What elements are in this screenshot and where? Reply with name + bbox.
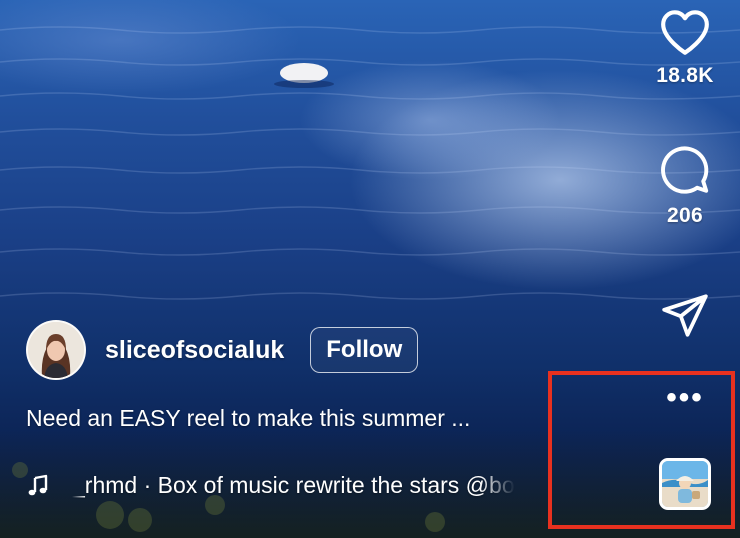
avatar[interactable] bbox=[26, 320, 86, 380]
music-track-text: _rhmd · Box of music rewrite the stars @… bbox=[72, 472, 515, 498]
heart-icon bbox=[661, 10, 709, 55]
like-count: 18.8K bbox=[656, 64, 714, 87]
share-button[interactable] bbox=[630, 290, 740, 340]
comment-count: 206 bbox=[667, 204, 703, 227]
reel-author: sliceofsocialuk Follow bbox=[26, 320, 419, 380]
comment-bubble-icon bbox=[661, 146, 709, 194]
username[interactable]: sliceofsocialuk bbox=[105, 336, 284, 365]
avatar-image bbox=[28, 322, 84, 378]
comment-button[interactable]: 206 bbox=[630, 144, 740, 228]
music-note-icon bbox=[28, 474, 48, 495]
highlight-rectangle bbox=[548, 371, 735, 529]
music-info[interactable]: _rhmd · Box of music rewrite the stars @… bbox=[26, 472, 616, 499]
reel-caption[interactable]: Need an EASY reel to make this summer ..… bbox=[26, 405, 470, 432]
like-button[interactable]: 18.8K bbox=[630, 8, 740, 88]
follow-button[interactable]: Follow bbox=[310, 327, 419, 373]
paper-plane-icon bbox=[662, 294, 708, 337]
reel-viewer: 18.8K 206 ••• sliceofsocialuk Follow Nee… bbox=[0, 0, 740, 538]
swan bbox=[274, 63, 334, 88]
